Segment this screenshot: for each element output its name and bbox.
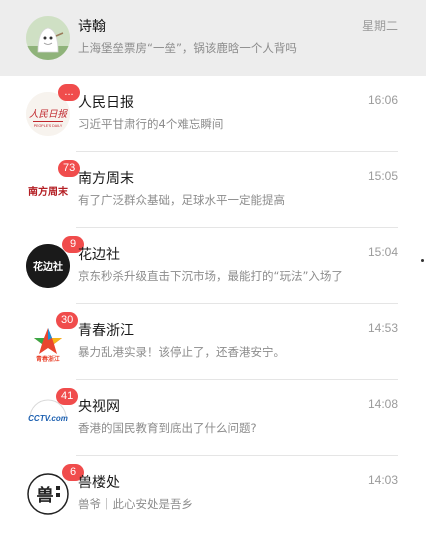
huabianshe-logo-icon: 花边社 (26, 244, 70, 288)
chat-preview: 暴力乱港实录！该停止了，还香港安宁。 (78, 345, 285, 359)
chat-name: 诗翰 (78, 19, 106, 35)
chat-preview: 香港的国民教育到底出了什么问题? (78, 421, 257, 435)
avatar-text: 花边社 (33, 260, 63, 273)
chat-time: 16:06 (367, 93, 398, 107)
chat-name: 花边社 (78, 247, 120, 263)
unread-badge: ... (58, 84, 80, 101)
chat-row-nanfang-zhoumo[interactable]: 南方周末 73 南方周末 有了广泛群众基础，足球水平一定能提高 15:05 (0, 152, 426, 228)
avatar-text: 青春浙江 (36, 355, 60, 363)
chat-row-shoulouchu[interactable]: 兽 6 兽楼处 兽爷｜此心安处是吾乡 14:03 (0, 456, 426, 532)
chat-name: 兽楼处 (78, 475, 120, 491)
chat-row-huabianshe[interactable]: 花边社 9 花边社 京东秒杀升级直击下沉市场，最能打的“玩法”入场了 15:04 (0, 228, 426, 304)
avatar: 花边社 (26, 244, 70, 288)
chat-name: 青春浙江 (78, 323, 134, 339)
chat-preview: 京东秒杀升级直击下沉市场，最能打的“玩法”入场了 (78, 269, 343, 283)
chat-time: 15:04 (367, 245, 398, 259)
chat-preview: 兽爷｜此心安处是吾乡 (78, 497, 193, 511)
chat-time: 14:03 (367, 473, 398, 487)
avatar-text: CCTV.com (28, 414, 68, 423)
svg-text:PEOPLE'S DAILY: PEOPLE'S DAILY (34, 124, 63, 128)
chat-row-renmin-ribao[interactable]: 人民日报 PEOPLE'S DAILY ... 人民日报 习近平甘肃行的4个难忘… (0, 76, 426, 152)
unread-badge: 30 (56, 312, 79, 329)
scroll-indicator-dot (421, 259, 424, 262)
ghost-figure-icon (26, 16, 70, 60)
avatar: 兽 (26, 472, 70, 516)
avatar (26, 16, 70, 60)
chat-list: 诗翰 上海堡垒票房“一垒”，锅该鹿晗一个人背吗 星期二 人民日报 PEOPLE'… (0, 0, 426, 535)
chat-preview: 上海堡垒票房“一垒”，锅该鹿晗一个人背吗 (78, 41, 297, 55)
chat-row-yangshiwang[interactable]: CCTV.com 41 央视网 香港的国民教育到底出了什么问题? 14:08 (0, 380, 426, 456)
chat-row-qingchun-zhejiang[interactable]: 青春浙江 30 青春浙江 暴力乱港实录！该停止了，还香港安宁。 14:53 (0, 304, 426, 380)
chat-name: 南方周末 (78, 171, 134, 187)
chat-preview: 有了广泛群众基础，足球水平一定能提高 (78, 193, 285, 207)
chat-time: 15:05 (367, 169, 398, 183)
chat-time: 14:53 (367, 321, 398, 335)
chat-time: 星期二 (361, 19, 398, 33)
avatar-text: 人民日报 (29, 109, 69, 120)
shoulouchu-logo-icon: 兽 (27, 473, 69, 515)
chat-time: 14:08 (367, 397, 398, 411)
unread-badge: 73 (58, 160, 81, 177)
chat-name: 央视网 (78, 399, 120, 415)
unread-badge: 41 (56, 388, 79, 405)
avatar-text: 兽 (37, 485, 54, 506)
chat-preview: 习近平甘肃行的4个难忘瞬间 (78, 117, 224, 131)
avatar-text: 南方周末 (28, 185, 69, 198)
chat-name: 人民日报 (78, 95, 134, 111)
chat-row-shihan[interactable]: 诗翰 上海堡垒票房“一垒”，锅该鹿晗一个人背吗 星期二 (0, 0, 426, 76)
